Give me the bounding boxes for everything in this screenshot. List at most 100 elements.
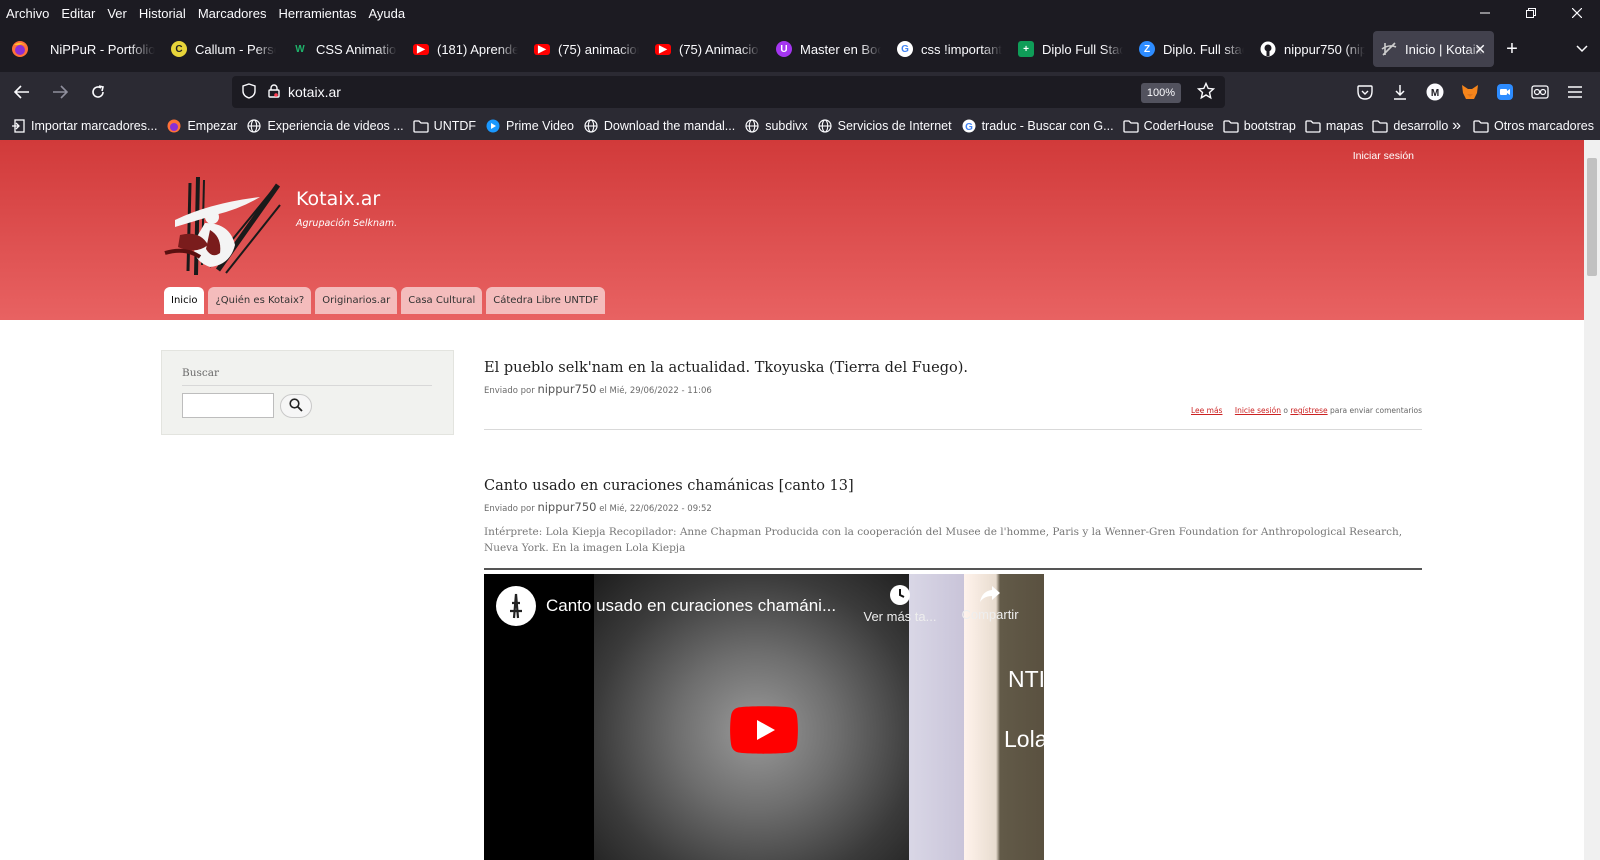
tab-kotaix[interactable]: Inicio | Kotaix.ar✕ [1373,31,1494,67]
bookmark-star-icon[interactable] [1196,81,1216,103]
tab-callum[interactable]: C Callum - Personal [163,31,284,67]
menu-ver[interactable]: Ver [101,6,133,21]
main-menu: Inicio ¿Quién es Kotaix? Originarios.ar … [164,287,609,314]
page-scrollbar[interactable] [1584,140,1600,860]
search-input[interactable] [182,393,274,418]
tab-youtube-1[interactable]: ▶ (181) Aprende React [405,31,526,67]
bookmark-import[interactable]: Importar marcadores... [10,118,157,134]
site-name[interactable]: Kotaix.ar [296,188,380,210]
article-title[interactable]: El pueblo selk'nam en la actualidad. Tko… [484,360,1422,376]
tab-youtube-2[interactable]: ▶ (75) animacion [526,31,647,67]
share-icon [950,584,1030,607]
author-link[interactable]: nippur750 [537,382,596,396]
new-tab-icon[interactable]: + [1494,31,1530,67]
tab-nippur-portfolio[interactable]: NiPPuR - Portfolio [42,31,163,67]
back-icon[interactable] [6,76,38,108]
tab-github[interactable]: nippur750 (nippur) [1252,31,1373,67]
site-header: Iniciar sesión Kotaix.ar Agrupación Selk… [0,140,1584,320]
menu-tab-quien-es-kotaix[interactable]: ¿Quién es Kotaix? [208,287,312,314]
globe-icon [246,118,262,134]
zoom-icon: Z [1139,41,1155,57]
udemy-icon: U [776,41,792,57]
channel-avatar[interactable] [496,586,536,626]
chevron-double-right-icon[interactable]: » [1452,117,1461,135]
download-icon[interactable] [1382,76,1417,108]
submitted-date: el Mié, 29/06/2022 - 11:06 [599,386,712,396]
article-title[interactable]: Canto usado en curaciones chamánicas [ca… [484,478,1422,494]
search-button[interactable] [280,394,312,418]
close-tab-icon[interactable]: ✕ [1474,41,1486,58]
submitted-info: Enviado por nippur750 el Mié, 22/06/2022… [484,500,1422,514]
web-page: Iniciar sesión Kotaix.ar Agrupación Selk… [0,140,1584,860]
pocket-icon[interactable] [1347,76,1382,108]
sheets-icon: + [1018,41,1034,57]
tab-master-bootstrap[interactable]: U Master en Bootstrap [768,31,889,67]
zoom-level[interactable]: 100% [1140,83,1181,103]
metamask-icon[interactable] [1452,76,1487,108]
tab-css-important[interactable]: Gcss !important [889,31,1010,67]
bookmark-otros[interactable]: Otros marcadores [1473,118,1594,134]
share-button[interactable]: Compartir [950,584,1030,622]
forward-icon[interactable] [44,76,76,108]
login-link[interactable]: Iniciar sesión [1353,150,1414,162]
lock-icon[interactable] [268,83,280,101]
tab-diplo-zoom[interactable]: Z Diplo. Full stack [1131,31,1252,67]
bookmark-servicios[interactable]: Servicios de Internet [817,118,952,134]
bookmark-desarrollo[interactable]: desarrollo [1372,118,1448,134]
menu-tab-catedra-libre[interactable]: Cátedra Libre UNTDF [486,287,606,314]
read-more-link[interactable]: Lee más [1191,406,1222,415]
close-window-icon[interactable] [1554,0,1600,26]
restore-icon[interactable] [1508,0,1554,26]
menu-tab-inicio[interactable]: Inicio [164,287,205,314]
containers-icon[interactable] [1522,76,1557,108]
bookmark-mandal[interactable]: Download the mandal... [583,118,735,134]
bookmark-coderhouse[interactable]: CoderHouse [1122,118,1214,134]
menu-archivo[interactable]: Archivo [0,6,55,21]
tab-youtube-3[interactable]: ▶ (75) Animacion [647,31,768,67]
menu-marcadores[interactable]: Marcadores [192,6,273,21]
url-text[interactable]: kotaix.ar [288,84,341,100]
login-link[interactable]: Inicie sesión [1235,406,1281,415]
bookmark-label: Experiencia de videos ... [267,119,404,133]
menu-tab-casa-cultural[interactable]: Casa Cultural [401,287,483,314]
bookmark-empezar[interactable]: Empezar [166,118,237,134]
play-button[interactable] [730,706,798,754]
watch-later-button[interactable]: Ver más ta... [860,584,940,624]
zoom-extension-icon[interactable] [1487,76,1522,108]
author-link[interactable]: nippur750 [537,500,596,514]
menu-ayuda[interactable]: Ayuda [362,6,411,21]
article-node: El pueblo selk'nam en la actualidad. Tko… [484,360,1422,430]
bookmark-label: Prime Video [506,119,574,133]
bookmark-experiencia[interactable]: Experiencia de videos ... [246,118,404,134]
menu-editar[interactable]: Editar [55,6,101,21]
video-title[interactable]: Canto usado en curaciones chamáni... [546,596,836,616]
bookmark-prime-video[interactable]: Prime Video [485,118,574,134]
shield-icon[interactable] [242,82,256,102]
account-icon[interactable]: M [1417,76,1452,108]
bookmark-mapas[interactable]: mapas [1305,118,1363,134]
scrollbar-thumb[interactable] [1587,158,1597,276]
watch-later-label: Ver más ta... [863,609,937,624]
tab-diplo-full-stack[interactable]: + Diplo Full Stack [1010,31,1131,67]
toolbar-icons: M [1347,76,1592,108]
menu-tab-originarios[interactable]: Originarios.ar [315,287,398,314]
firefox-icon[interactable] [6,35,34,63]
register-link[interactable]: regístrese [1290,406,1327,415]
site-logo[interactable] [160,175,285,280]
bookmark-subdivx[interactable]: subdivx [744,118,808,134]
bookmark-traduc[interactable]: Gtraduc - Buscar con G... [961,118,1114,134]
menu-historial[interactable]: Historial [133,6,192,21]
hamburger-menu-icon[interactable] [1557,76,1592,108]
bookmark-label: traduc - Buscar con G... [981,119,1114,133]
bookmark-bootstrap[interactable]: bootstrap [1223,118,1296,134]
globe-icon [583,118,599,134]
tab-css-animation[interactable]: W CSS Animation [284,31,405,67]
youtube-embed[interactable]: Canto usado en curaciones chamáni... Ver… [484,574,1044,860]
bookmark-untdf[interactable]: UNTDF [413,118,476,134]
tab-title: Diplo Full Stack [1042,41,1123,57]
reload-icon[interactable] [82,76,114,108]
minimize-icon[interactable] [1462,0,1508,26]
menu-herramientas[interactable]: Herramientas [272,6,362,21]
tab-list-chevron-icon[interactable] [1564,31,1600,67]
url-bar[interactable]: kotaix.ar 100% [232,76,1225,108]
